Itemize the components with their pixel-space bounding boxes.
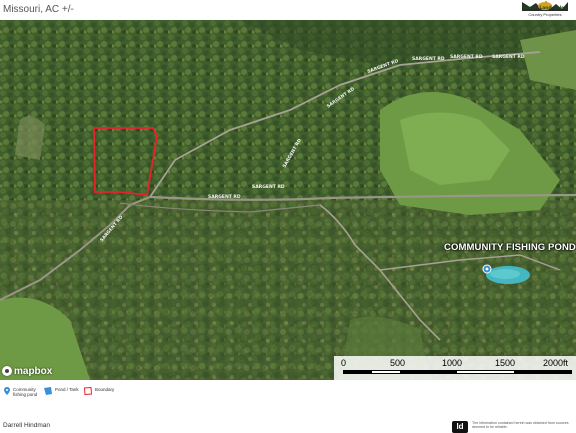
pond-label: COMMUNITY FISHING POND xyxy=(444,242,576,253)
scale-label: 1000 xyxy=(442,358,463,368)
road-label: SARGENT RD xyxy=(252,184,285,190)
svg-text:Ozark Land Sales: Ozark Land Sales xyxy=(523,5,567,11)
mapbox-logo-icon xyxy=(2,366,12,376)
scale-segment xyxy=(400,371,457,373)
agent-name: Darrell Hindman xyxy=(3,422,50,429)
footer: Darrell Hindman Id The information conta… xyxy=(0,403,576,433)
brand-mark-icon: Id xyxy=(452,421,468,433)
boundary-icon xyxy=(84,387,92,395)
legend-item: Boundary xyxy=(84,387,114,395)
legend-label: Pond / Tank xyxy=(55,387,79,392)
road-label: SARGENT RD xyxy=(450,54,483,60)
logo-tagline: Country Properties xyxy=(528,12,562,17)
road-label: SARGENT RD xyxy=(412,56,445,62)
attribution-text: mapbox xyxy=(14,365,53,377)
mapbox-attribution[interactable]: mapbox xyxy=(2,365,52,377)
scale-segment xyxy=(514,371,571,373)
map-legend: Community fishing pond Pond / Tank Bound… xyxy=(0,381,576,403)
road-label: SARGENT RD xyxy=(492,54,525,60)
brand-logo: Ozark Land Sales Country Properties xyxy=(518,0,572,20)
legend-item: Community fishing pond xyxy=(4,387,41,397)
scale-track xyxy=(343,370,572,374)
satellite-map[interactable]: SARGENT RD SARGENT RD SARGENT RD SARGENT… xyxy=(0,20,576,380)
legend-item: Pond / Tank xyxy=(44,387,79,395)
scale-label: 1500 xyxy=(495,358,516,368)
legend-label: Boundary xyxy=(95,387,115,392)
map-header: Missouri, AC +/- Ozark Land Sales Countr… xyxy=(0,0,576,20)
scale-label: 2000ft xyxy=(543,358,569,368)
scale-label: 500 xyxy=(390,358,406,368)
pond-marker-icon[interactable] xyxy=(482,264,492,274)
road-label: SARGENT RD xyxy=(208,194,241,200)
scale-segment xyxy=(344,371,372,373)
disclaimer-text: The information contained herein was obt… xyxy=(472,421,569,430)
pin-icon xyxy=(4,387,10,395)
page-title: Missouri, AC +/- xyxy=(3,4,74,15)
scale-label: 0 xyxy=(341,358,347,368)
scale-bar: 0 500 1000 1500 2000ft xyxy=(334,356,576,380)
pond-tank-icon xyxy=(44,387,52,395)
map-imagery: SARGENT RD SARGENT RD SARGENT RD SARGENT… xyxy=(0,20,576,380)
legend-label: Community fishing pond xyxy=(13,387,38,397)
